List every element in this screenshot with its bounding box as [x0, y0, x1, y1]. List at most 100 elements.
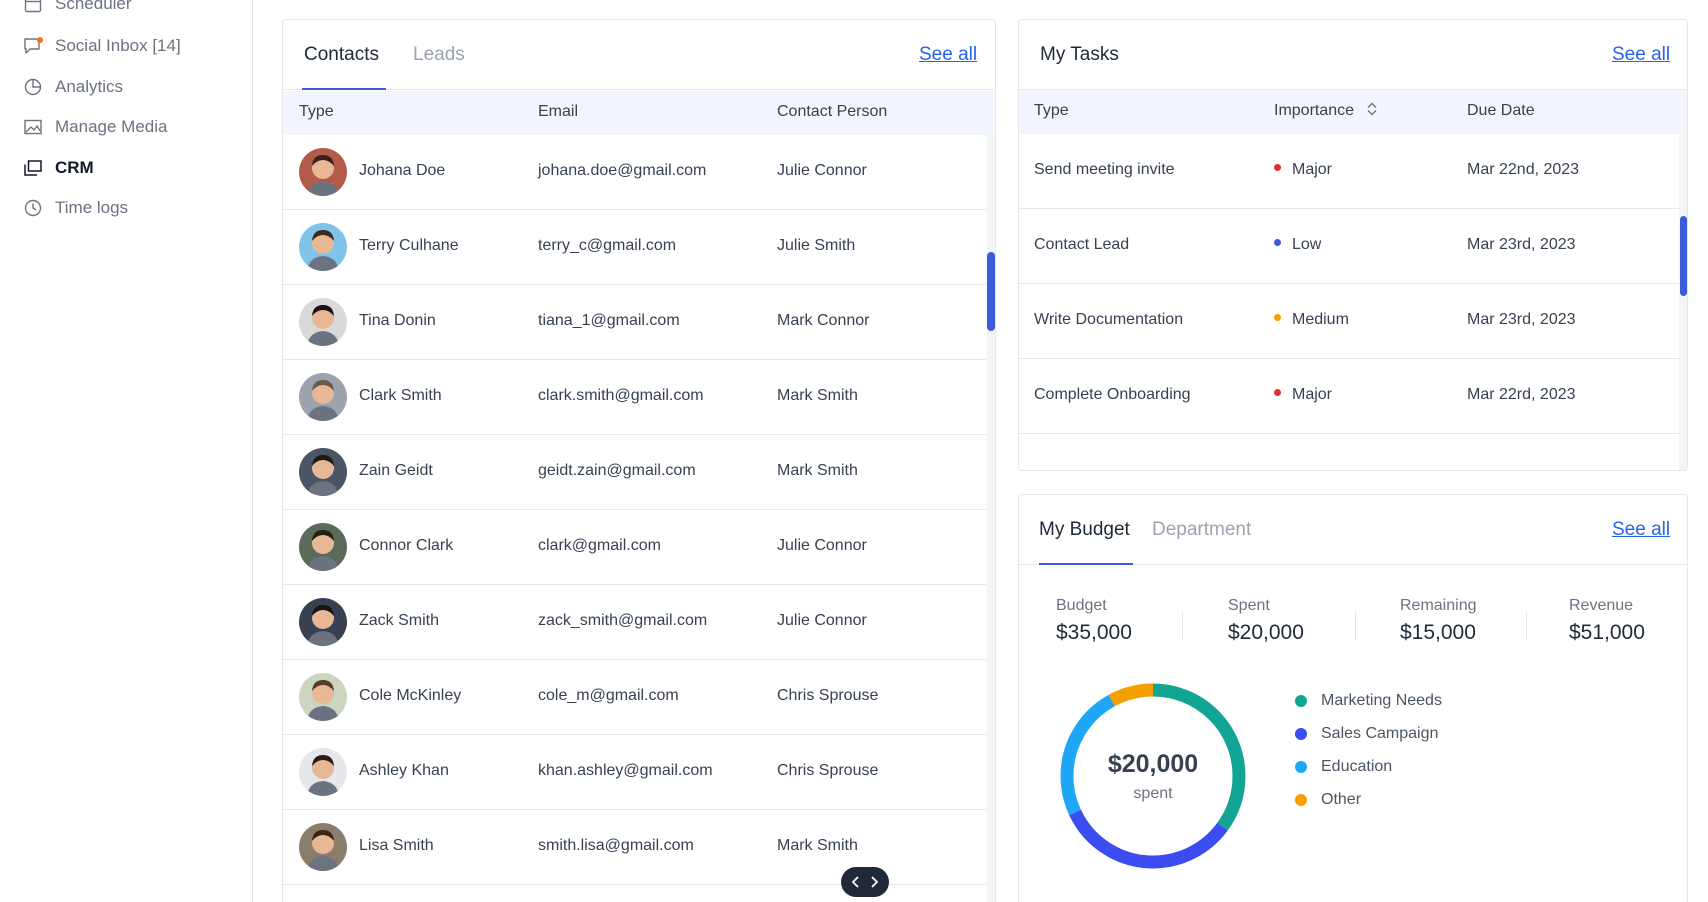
stat-remaining: Remaining $15,000 [1400, 597, 1476, 645]
table-row[interactable]: Zack Smith zack_smith@gmail.com Julie Conn… [283, 585, 986, 660]
column-header-type[interactable]: Type [1034, 102, 1069, 120]
contact-person: Mark Smith [777, 387, 858, 404]
donut-center-label: spent [1133, 785, 1173, 802]
sidebar-item-label: Scheduler [55, 0, 132, 13]
table-row[interactable]: Clark Smith clark.smith@gmail.com Mark Smi… [283, 360, 986, 435]
importance-label: Major [1292, 161, 1333, 178]
contact-email: smith.lisa@gmail.com [538, 837, 694, 854]
clock-icon [22, 197, 44, 219]
task-type: Send meeting invite [1034, 161, 1175, 178]
contact-person: Julie Connor [777, 537, 867, 554]
contacts-table-header: Type Email Contact Person [283, 91, 995, 135]
tab-contacts[interactable]: Contacts [304, 44, 379, 66]
table-row[interactable]: Tina Donin tiana_1@gmail.com Mark Connor [283, 285, 986, 360]
task-importance: Low [1274, 236, 1321, 254]
chevron-left-icon[interactable] [851, 875, 861, 889]
sort-icon[interactable] [1367, 102, 1377, 116]
contacts-see-all-link[interactable]: See all [919, 44, 977, 66]
sidebar-item-scheduler[interactable]: Scheduler [22, 0, 132, 16]
table-row[interactable]: Johana Doe johana.doe@gmail.com Julie Conn… [283, 135, 986, 210]
table-row[interactable]: Send meeting invite Major Mar 22nd, 2023 [1019, 134, 1679, 209]
sidebar-item-analytics[interactable]: Analytics [22, 75, 123, 99]
contact-email: geidt.zain@gmail.com [538, 462, 696, 479]
sidebar-item-social-inbox[interactable]: Social Inbox [14] [22, 34, 181, 58]
crm-icon [22, 157, 44, 179]
importance-dot [1274, 239, 1281, 247]
sidebar: Scheduler Social Inbox [14] Analytics Ma… [0, 0, 253, 902]
table-row[interactable]: Connor Clark clark@gmail.com Julie Connor [283, 510, 986, 585]
chevron-right-icon[interactable] [869, 875, 879, 889]
legend-item[interactable]: Sales Campaign [1295, 725, 1438, 743]
sidebar-item-label: Social Inbox [14] [55, 36, 181, 55]
task-due-date: Mar 23rd, 2023 [1467, 236, 1576, 253]
sidebar-item-crm[interactable]: CRM [22, 156, 94, 180]
tab-my-budget[interactable]: My Budget [1039, 519, 1130, 541]
stat-label: Budget [1056, 597, 1107, 614]
tab-leads[interactable]: Leads [413, 44, 465, 66]
tasks-scrollbar-thumb[interactable] [1680, 216, 1687, 296]
budget-see-all-link[interactable]: See all [1612, 519, 1670, 541]
importance-label: Low [1292, 236, 1322, 253]
table-row[interactable]: Complete Onboarding Major Mar 22rd, 2023 [1019, 359, 1679, 434]
sidebar-item-manage-media[interactable]: Manage Media [22, 115, 167, 139]
legend-item[interactable]: Marketing Needs [1295, 692, 1442, 710]
legend-item[interactable]: Education [1295, 758, 1392, 776]
contact-name: Zack Smith [359, 612, 440, 629]
stat-divider [1526, 611, 1527, 641]
contact-email: johana.doe@gmail.com [538, 162, 707, 179]
contacts-scrollbar-thumb[interactable] [987, 252, 995, 331]
tab-department[interactable]: Department [1152, 519, 1251, 541]
table-row[interactable]: Write Documentation Medium Mar 23rd, 2023 [1019, 284, 1679, 359]
contact-name: Lisa Smith [359, 837, 434, 854]
task-due-date: Mar 23rd, 2023 [1467, 311, 1576, 328]
tasks-see-all-link[interactable]: See all [1612, 44, 1670, 66]
table-row[interactable]: Contact Lead Low Mar 23rd, 2023 [1019, 209, 1679, 284]
legend-label: Sales Campaign [1321, 725, 1439, 742]
contact-email: tiana_1@gmail.com [538, 312, 680, 329]
contacts-card: Contacts Leads See all Type Email Contac… [282, 19, 996, 902]
avatar [299, 223, 347, 271]
importance-label: Major [1292, 386, 1333, 403]
column-header-importance[interactable]: Importance [1274, 102, 1377, 120]
active-tab-indicator [302, 88, 386, 90]
table-row[interactable]: Zain Geidt geidt.zain@gmail.com Mark Smith [283, 435, 986, 510]
avatar [299, 748, 347, 796]
column-header-type[interactable]: Type [299, 103, 334, 121]
stat-divider [1355, 611, 1356, 641]
stat-label: Revenue [1569, 597, 1634, 614]
contact-name: Zain Geidt [359, 462, 433, 479]
contact-person: Chris Sprouse [777, 687, 879, 704]
contacts-scrollbar-track[interactable] [987, 135, 995, 902]
legend-dot [1295, 695, 1307, 707]
chat-icon [22, 35, 44, 57]
tasks-title: My Tasks [1040, 44, 1119, 65]
table-row[interactable]: Ashley Khan khan.ashley@gmail.com Chris Sp… [283, 735, 986, 810]
contact-email: clark@gmail.com [538, 537, 661, 554]
avatar [299, 373, 347, 421]
importance-dot [1274, 314, 1281, 322]
sidebar-item-time-logs[interactable]: Time logs [22, 196, 128, 220]
column-header-label: Importance [1274, 102, 1355, 119]
column-header-due-date[interactable]: Due Date [1467, 102, 1535, 120]
avatar [299, 523, 347, 571]
avatar [299, 448, 347, 496]
column-header-email[interactable]: Email [538, 103, 578, 121]
legend-item[interactable]: Other [1295, 791, 1361, 809]
pie-chart-icon [22, 76, 44, 98]
task-importance: Medium [1274, 311, 1349, 329]
stat-label: Spent [1228, 597, 1270, 614]
table-row[interactable]: Cole McKinley cole_m@gmail.com Chris Sprou… [283, 660, 986, 735]
tasks-scrollbar-track[interactable] [1679, 134, 1687, 470]
column-header-contact-person[interactable]: Contact Person [777, 103, 887, 121]
active-tab-indicator [1039, 563, 1133, 565]
task-importance: Major [1274, 386, 1332, 404]
sidebar-item-label: CRM [55, 158, 94, 177]
contact-email: clark.smith@gmail.com [538, 387, 704, 404]
avatar [299, 298, 347, 346]
avatar [299, 598, 347, 646]
stat-budget: Budget $35,000 [1056, 597, 1132, 645]
contact-name: Clark Smith [359, 387, 442, 404]
table-row[interactable]: Terry Culhane terry_c@gmail.com Julie Smit… [283, 210, 986, 285]
avatar [299, 823, 347, 871]
stat-value: $20,000 [1228, 621, 1304, 644]
